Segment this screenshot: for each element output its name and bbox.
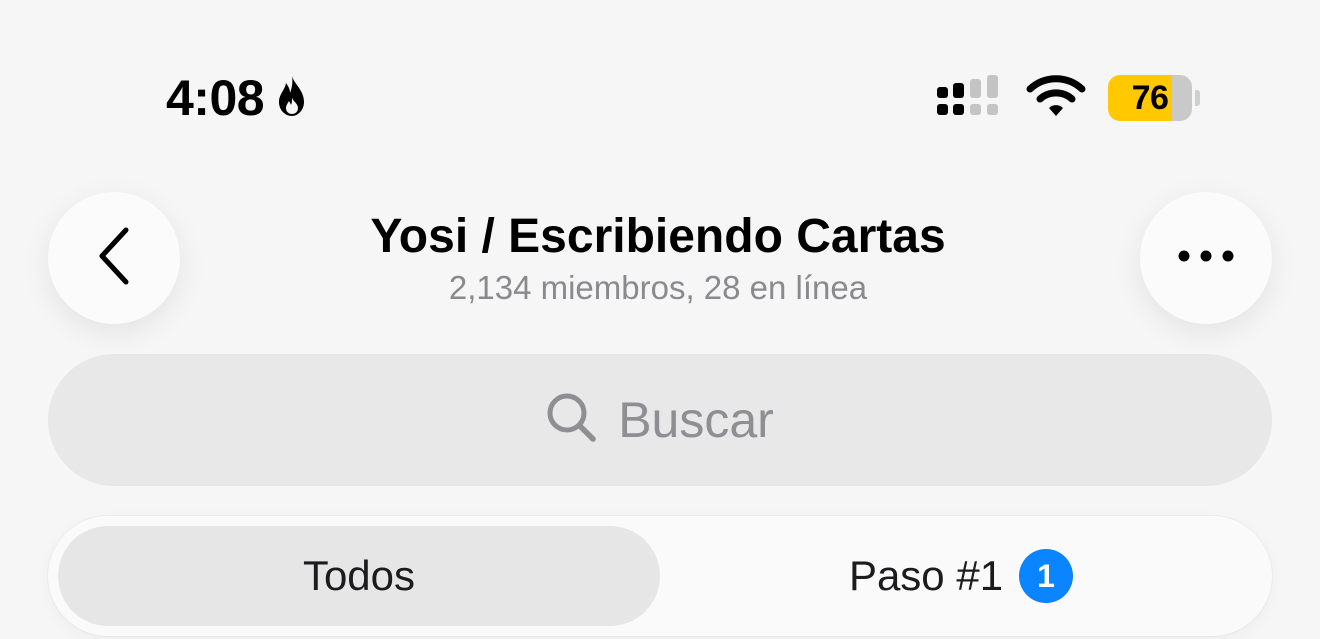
member-count: 2,134 miembros, 28 en línea xyxy=(448,269,868,306)
search-icon xyxy=(546,392,598,449)
ellipsis-icon xyxy=(1176,248,1236,269)
battery-cap xyxy=(1195,90,1200,106)
back-button[interactable] xyxy=(48,192,180,324)
search-placeholder: Buscar xyxy=(618,392,774,448)
more-options-button[interactable] xyxy=(1140,192,1272,324)
search-input[interactable]: Buscar xyxy=(48,354,1272,486)
chevron-left-icon xyxy=(94,224,134,293)
page-title: Yosi / Escribiendo Cartas xyxy=(370,210,946,263)
flame-icon xyxy=(272,74,312,123)
status-bar-time: 4:08 xyxy=(166,68,312,128)
cellular-signal-icon xyxy=(934,73,1004,124)
tab-todos[interactable]: Todos xyxy=(58,526,660,626)
battery-level: 76 xyxy=(1108,75,1192,121)
unread-badge: 1 xyxy=(1019,549,1074,603)
battery-icon: 76 xyxy=(1108,75,1200,121)
clock-time: 4:08 xyxy=(166,70,265,126)
tab-label: Paso #1 xyxy=(848,552,1004,599)
tab-paso-1[interactable]: Paso #1 1 xyxy=(660,526,1262,626)
chat-header[interactable]: Yosi / Escribiendo Cartas 2,134 miembros… xyxy=(260,208,1056,308)
status-bar-right: 76 xyxy=(934,72,1200,124)
wifi-icon xyxy=(1026,73,1086,124)
topic-tabs: Todos Paso #1 1 xyxy=(48,516,1272,636)
tab-label: Todos xyxy=(302,552,416,599)
